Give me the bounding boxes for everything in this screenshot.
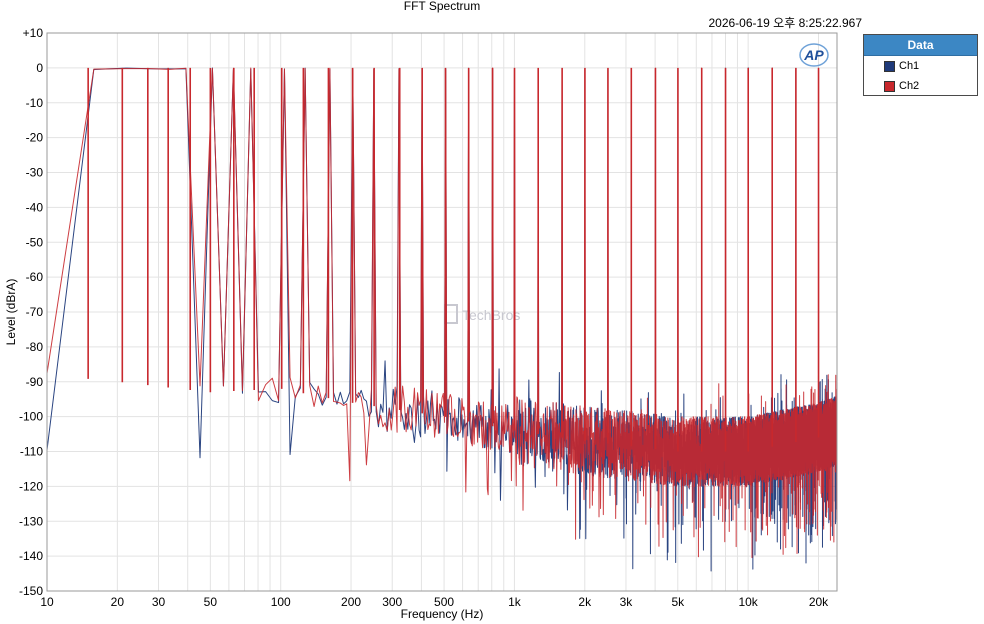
x-tick-label: 20 — [111, 595, 125, 609]
y-tick-label: -110 — [20, 445, 43, 459]
legend-swatch-ch1 — [884, 60, 895, 72]
y-tick-label: -40 — [26, 200, 44, 214]
y-tick-label: -20 — [26, 131, 44, 145]
y-tick-label: -80 — [26, 340, 44, 354]
legend-panel: Data Ch1 Ch2 — [863, 34, 978, 96]
x-tick-label: 2k — [578, 595, 592, 609]
y-tick-label: -60 — [26, 270, 44, 284]
x-tick-label: 200 — [341, 595, 361, 609]
legend-label-ch2: Ch2 — [899, 80, 920, 92]
watermark: TechBros — [444, 304, 520, 324]
chart-title: FFT Spectrum — [404, 0, 480, 13]
x-tick-label: 10k — [738, 595, 758, 609]
x-tick-label: 100 — [271, 595, 291, 609]
x-axis-label: Frequency (Hz) — [401, 607, 484, 621]
y-tick-label: -10 — [26, 96, 44, 110]
fft-spectrum-chart: FFT Spectrum 2026-06-19 오후 8:25:22.967 T… — [0, 0, 984, 624]
x-tick-label: 10 — [40, 595, 54, 609]
x-tick-label: 5k — [671, 595, 685, 609]
x-tick-label: 30 — [152, 595, 166, 609]
chart-timestamp: 2026-06-19 오후 8:25:22.967 — [708, 16, 862, 30]
y-tick-label: -120 — [19, 479, 43, 493]
x-tick-label: 1k — [508, 595, 522, 609]
legend-swatch-ch2 — [884, 80, 895, 92]
y-tick-label: -30 — [26, 166, 44, 180]
y-tick-label: -70 — [26, 305, 44, 319]
x-tick-label: 3k — [620, 595, 634, 609]
y-tick-label: -100 — [19, 410, 43, 424]
legend-item-ch2[interactable]: Ch2 — [864, 76, 977, 96]
y-tick-label: -90 — [26, 375, 44, 389]
legend-item-ch1[interactable]: Ch1 — [864, 56, 977, 76]
y-tick-label: -50 — [26, 235, 44, 249]
y-tick-label: +10 — [23, 26, 44, 40]
ap-logo-text: AP — [803, 47, 824, 63]
x-tick-label: 300 — [382, 595, 402, 609]
y-axis-label: Level (dBrA) — [4, 279, 18, 346]
x-tick-label: 50 — [204, 595, 218, 609]
y-tick-label: -130 — [19, 514, 43, 528]
watermark-text: TechBros — [462, 307, 520, 323]
y-tick-label: -140 — [19, 549, 43, 563]
x-tick-label: 20k — [809, 595, 829, 609]
y-tick-label: 0 — [36, 61, 43, 75]
legend-label-ch1: Ch1 — [899, 60, 920, 72]
legend-header: Data — [864, 35, 977, 56]
